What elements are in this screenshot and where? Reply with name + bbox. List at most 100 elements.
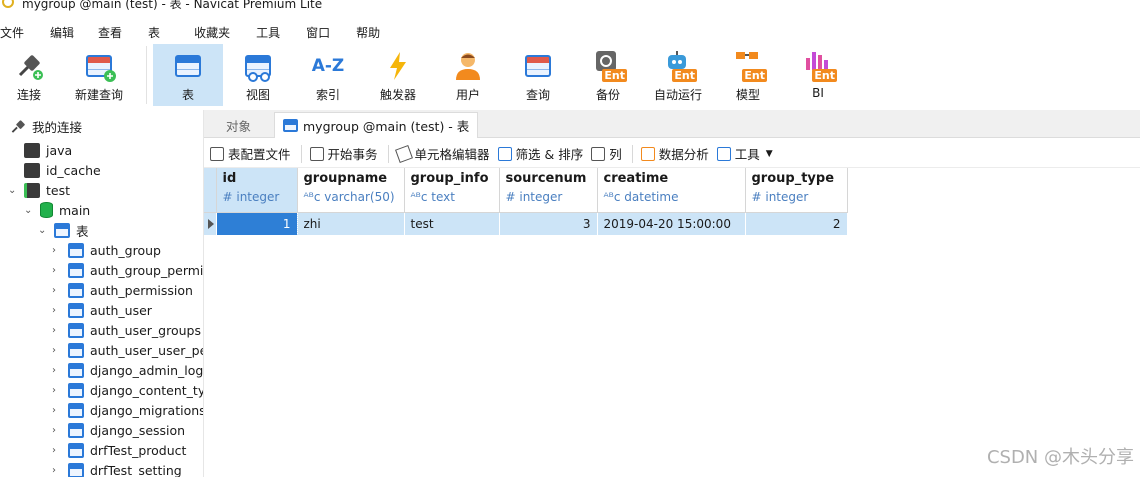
toolbar-table-button[interactable]: 表 (153, 44, 223, 106)
tree-table-item[interactable]: › auth_user_groups (52, 320, 201, 340)
chevron-right-icon[interactable]: › (52, 285, 62, 296)
cell-groupname[interactable]: zhi (297, 212, 405, 235)
tree-connection-id-cache[interactable]: id_cache (24, 160, 101, 180)
toolbar-connect-button[interactable]: 连接 (0, 44, 58, 106)
table-icon (68, 362, 84, 378)
toolbar-separator (631, 144, 633, 163)
chevron-right-icon[interactable]: › (52, 385, 62, 396)
tree-table-item[interactable]: › django_session (52, 420, 185, 440)
menu-tools[interactable]: 工具 (256, 24, 292, 41)
chevron-right-icon[interactable]: › (52, 445, 62, 456)
tree-table-item[interactable]: › drfTest_setting (52, 460, 182, 477)
chevron-down-icon[interactable]: ⌄ (24, 205, 34, 216)
chevron-down-icon[interactable]: ⌄ (38, 225, 48, 236)
tree-tables-folder[interactable]: ⌄ 表 (38, 220, 89, 240)
table-icon (283, 119, 298, 132)
chevron-right-icon[interactable]: › (52, 425, 62, 436)
column-header-group-type[interactable]: group_type # integer (745, 168, 848, 213)
connection-icon (24, 162, 40, 178)
cell-editor-button[interactable]: 单元格编辑器 (394, 144, 490, 163)
title-bar: mygroup @main (test) - 表 - Navicat Premi… (0, 0, 1140, 14)
table-row[interactable]: 1 zhi test 3 2019-04-20 15:00:00 2 (204, 211, 848, 236)
tree-table-item[interactable]: › auth_group_permis (52, 260, 203, 280)
cell-sourcenum[interactable]: 3 (499, 212, 598, 235)
menu-edit[interactable]: 编辑 (50, 24, 86, 41)
column-header-groupname[interactable]: groupname ᴬᴮc varchar(50) (297, 168, 405, 213)
toolbox-icon (716, 146, 731, 161)
toolbar-automation-button[interactable]: Ent 自动运行 (643, 44, 713, 106)
tree-table-item[interactable]: › drfTest_product (52, 440, 186, 460)
table-icon (68, 462, 84, 477)
index-az-icon: A-Z (311, 56, 345, 76)
toolbar-bi-button[interactable]: Ent BI (783, 44, 853, 106)
chevron-right-icon[interactable]: › (52, 245, 62, 256)
tab-mygroup-table[interactable]: mygroup @main (test) - 表 (274, 112, 479, 138)
chevron-right-icon[interactable]: › (52, 325, 62, 336)
cell-creatime[interactable]: 2019-04-20 15:00:00 (597, 212, 746, 235)
menu-favorites[interactable]: 收藏夹 (194, 24, 242, 41)
toolbar-query-button[interactable]: 查询 (503, 44, 573, 106)
chevron-right-icon[interactable]: › (52, 405, 62, 416)
toolbar-new-query-button[interactable]: 新建查询 (58, 44, 140, 106)
menu-view[interactable]: 查看 (98, 24, 134, 41)
chevron-down-icon: ▼ (765, 148, 773, 159)
toolbar-index-button[interactable]: A-Z 索引 (293, 44, 363, 106)
menu-bar: 文件 编辑 查看 表 收藏夹 工具 窗口 帮助 (0, 20, 1140, 44)
plug-icon (12, 50, 46, 82)
column-header-creatime[interactable]: creatime ᴬᴮc datetime (597, 168, 746, 213)
tree-table-item[interactable]: › django_migrations (52, 400, 203, 420)
column-header-id[interactable]: id # integer (216, 168, 298, 213)
chevron-down-icon[interactable]: ⌄ (8, 185, 18, 196)
grid-header-row: id # integer groupname ᴬᴮc varchar(50) g… (204, 168, 848, 213)
filter-icon (497, 146, 512, 161)
menu-help[interactable]: 帮助 (356, 24, 392, 41)
chevron-right-icon[interactable]: › (52, 465, 62, 476)
toolbar-view-button[interactable]: 视图 (223, 44, 293, 106)
chevron-right-icon[interactable]: › (52, 345, 62, 356)
table-icon (68, 422, 84, 438)
cell-id[interactable]: 1 (215, 211, 298, 236)
tree-table-item[interactable]: › auth_user (52, 300, 152, 320)
cell-group-info[interactable]: test (404, 212, 500, 235)
toolbar-backup-button[interactable]: Ent 备份 (573, 44, 643, 106)
toolbar-user-button[interactable]: 用户 (433, 44, 503, 106)
tree-my-connections[interactable]: 我的连接 (10, 116, 82, 136)
window-title: mygroup @main (test) - 表 - Navicat Premi… (22, 0, 323, 11)
tab-objects[interactable]: 对象 (218, 112, 259, 138)
tree-connection-java[interactable]: java (24, 140, 72, 160)
analysis-icon (640, 146, 655, 161)
profile-icon (210, 146, 224, 161)
chevron-right-icon[interactable]: › (52, 265, 62, 276)
tab-bar: 对象 mygroup @main (test) - 表 (204, 110, 1140, 138)
table-toolbar: 表配置文件 开始事务 单元格编辑器 筛选 & 排序 列 数据分析 工具 ▼ (204, 140, 1140, 168)
tree-table-item[interactable]: › auth_permission (52, 280, 193, 300)
begin-transaction-button[interactable]: 开始事务 (309, 144, 378, 163)
tree-table-item[interactable]: › django_content_typ (52, 380, 203, 400)
table-icon (68, 442, 84, 458)
row-marker-header (204, 168, 217, 213)
tree-table-item[interactable]: › auth_user_user_peri (52, 340, 203, 360)
toolbar-trigger-button[interactable]: 触发器 (363, 44, 433, 106)
menu-table[interactable]: 表 (148, 24, 172, 41)
row-marker[interactable] (204, 212, 217, 235)
tree-table-item[interactable]: › auth_group (52, 240, 161, 260)
toolbar-model-button[interactable]: Ent 模型 (713, 44, 783, 106)
navicat-app-icon (2, 0, 14, 8)
filter-sort-button[interactable]: 筛选 & 排序 (497, 144, 583, 163)
table-profile-button[interactable]: 表配置文件 (210, 144, 291, 163)
chevron-right-icon[interactable]: › (52, 305, 62, 316)
column-header-group-info[interactable]: group_info ᴬᴮc text (404, 168, 500, 213)
chevron-right-icon[interactable]: › (52, 365, 62, 376)
menu-file[interactable]: 文件 (0, 24, 36, 41)
columns-button[interactable]: 列 (591, 144, 622, 163)
column-header-sourcenum[interactable]: sourcenum # integer (499, 168, 598, 213)
table-icon (68, 342, 84, 358)
menu-window[interactable]: 窗口 (306, 24, 342, 41)
cell-group-type[interactable]: 2 (745, 212, 848, 235)
tools-dropdown-button[interactable]: 工具 ▼ (716, 144, 773, 163)
table-icon (171, 50, 205, 82)
data-analysis-button[interactable]: 数据分析 (640, 144, 709, 163)
tree-connection-test[interactable]: ⌄ test (8, 180, 70, 200)
tree-database-main[interactable]: ⌄ main (24, 200, 90, 220)
tree-table-item[interactable]: › django_admin_log (52, 360, 203, 380)
